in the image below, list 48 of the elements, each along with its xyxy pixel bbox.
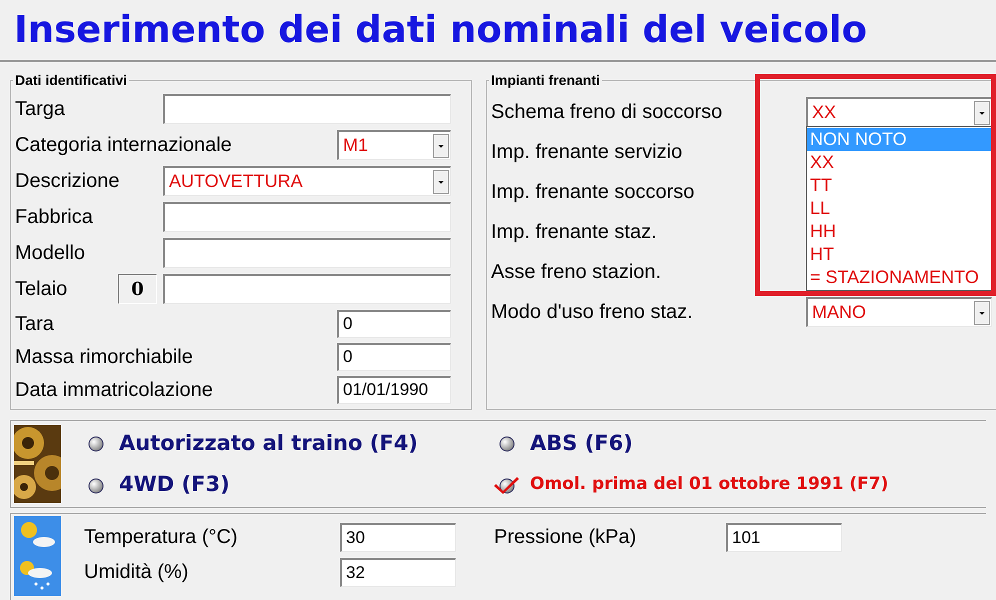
text-field[interactable] (163, 94, 451, 124)
field-label: Targa (15, 97, 66, 122)
text-field[interactable]: 101 (726, 522, 842, 552)
weather-icon (14, 516, 61, 596)
dropdown-option[interactable]: TT (807, 174, 991, 197)
field-label: Massa rimorchiabile (15, 344, 193, 370)
text-field[interactable]: 30 (340, 522, 456, 552)
text-field[interactable] (163, 274, 451, 304)
field-label: Temperatura (°C) (84, 525, 239, 550)
dropdown-option[interactable]: HT (807, 243, 991, 266)
dropdown-field[interactable]: MANO (806, 297, 992, 327)
dropdown-option[interactable]: HH (807, 220, 991, 243)
field-label: Categoria internazionale (15, 133, 232, 158)
dropdown-option[interactable]: NON NOTO (807, 128, 991, 151)
option-label[interactable]: Autorizzato al traino (F4) (119, 428, 418, 459)
text-field[interactable]: 01/01/1990 (337, 376, 451, 404)
field-label: Asse freno stazion. (491, 260, 662, 285)
option-label[interactable]: ABS (F6) (530, 428, 633, 459)
dropdown-field[interactable]: AUTOVETTURA (163, 166, 451, 196)
text-field[interactable] (163, 238, 451, 268)
field-label: Tara (15, 312, 54, 336)
field-label: Pressione (kPa) (494, 525, 638, 550)
dropdown-field[interactable]: XX (806, 97, 992, 127)
field-label: Imp. frenante soccorso (491, 180, 694, 205)
group-title: Dati identificativi (14, 71, 128, 90)
page-title: Inserimento dei dati nominali del veicolo (14, 7, 868, 54)
text-field[interactable] (163, 202, 451, 232)
field-label: Imp. frenante servizio (491, 140, 682, 165)
field-label: Data immatricolazione (15, 378, 213, 402)
dropdown-option[interactable]: = STAZIONAMENTO (807, 266, 991, 289)
group-title: Impianti frenanti (490, 71, 601, 90)
dropdown-option[interactable]: XX (807, 151, 991, 174)
field-label: Descrizione (15, 169, 120, 194)
text-field[interactable]: 32 (340, 558, 456, 586)
text-field[interactable]: 0 (337, 342, 451, 370)
field-label: Fabbrica (15, 205, 93, 230)
option-label[interactable]: Omol. prima del 01 ottobre 1991 (F7) (530, 472, 888, 498)
field-label: Schema freno di soccorso (491, 100, 722, 125)
field-label: Umidità (%) (84, 560, 190, 585)
field-label: Telaio (15, 277, 68, 302)
field-label: Modello (15, 241, 86, 266)
dropdown-field[interactable]: M1 (337, 130, 451, 160)
text-field[interactable]: 0 (337, 310, 451, 338)
counter-box: 0 (118, 274, 157, 304)
field-label: Imp. frenante staz. (491, 220, 657, 245)
dropdown-option[interactable]: LL (807, 197, 991, 220)
field-label: Modo d'uso freno staz. (491, 300, 693, 325)
option-label[interactable]: 4WD (F3) (119, 469, 230, 500)
